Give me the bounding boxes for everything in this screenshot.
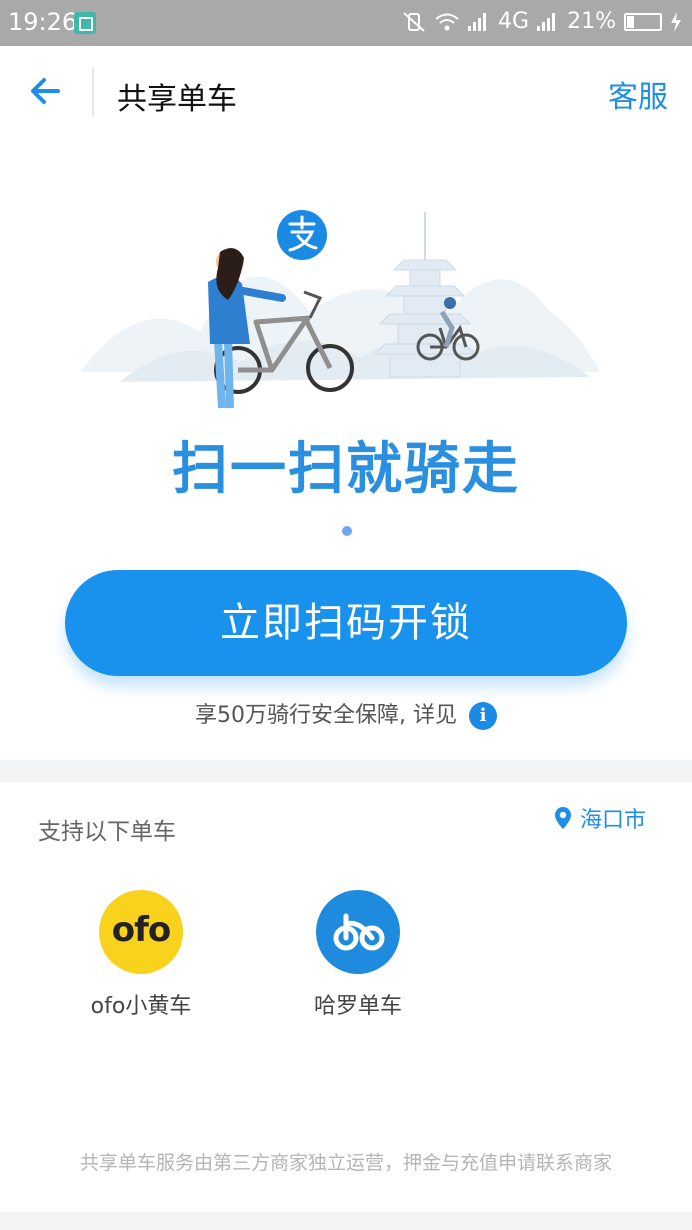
back-arrow-icon[interactable] xyxy=(22,66,72,116)
supported-label: 支持以下单车 xyxy=(38,819,176,845)
wifi-icon xyxy=(435,13,459,30)
alipay-icon xyxy=(277,210,327,260)
status-indicators: 4G 21% xyxy=(402,9,682,34)
hellobike-bike-icon xyxy=(333,913,385,951)
carousel-indicator xyxy=(342,526,352,536)
battery-percent: 21% xyxy=(567,9,616,34)
vibrate-mute-icon xyxy=(403,11,425,32)
brand-ofo[interactable]: ofo ofo小黄车 xyxy=(61,890,221,1020)
brand-hellobike[interactable]: 哈罗单车 xyxy=(278,890,438,1020)
ofo-logo-text: ofo xyxy=(111,910,172,950)
hero-illustration xyxy=(80,210,600,409)
city-selector[interactable]: 海口市 xyxy=(554,802,646,834)
scan-unlock-button[interactable]: 立即扫码开锁 xyxy=(65,570,627,676)
screenshot-notification-icon xyxy=(74,12,96,34)
hellobike-logo xyxy=(316,890,400,974)
city-name: 海口市 xyxy=(579,808,646,833)
info-icon[interactable]: i xyxy=(468,702,497,730)
supported-bikes-panel: 支持以下单车 海口市 ofo ofo小黄车 哈罗单车 共享单车服务由第三方商家独… xyxy=(0,782,692,1212)
insurance-note: 享50万骑行安全保障, 详见 i xyxy=(0,697,692,730)
pagoda-icon xyxy=(373,212,477,378)
charging-icon xyxy=(671,11,681,32)
disclaimer-text: 共享单车服务由第三方商家独立运营，押金与充值申请联系商家 xyxy=(79,1152,612,1174)
ofo-logo: ofo xyxy=(99,890,183,974)
battery-icon xyxy=(624,12,662,31)
location-pin-icon xyxy=(554,807,571,829)
brand-name-ofo: ofo小黄车 xyxy=(90,994,192,1019)
hero-section: 扫一扫就骑走 立即扫码开锁 享50万骑行安全保障, 详见 i xyxy=(0,142,692,760)
status-time: 19:26 xyxy=(8,8,78,36)
page-title: 共享单车 xyxy=(117,82,237,117)
insurance-note-text: 享50万骑行安全保障, 详见 xyxy=(195,703,457,728)
customer-service-button[interactable]: 客服 xyxy=(608,72,668,116)
nav-divider xyxy=(92,68,94,116)
nav-bar: 共享单车 客服 xyxy=(0,46,692,142)
hero-headline: 扫一扫就骑走 xyxy=(172,437,520,502)
status-bar: 19:26 4G 21% xyxy=(0,0,692,46)
signal-icon xyxy=(468,12,490,31)
brand-name-hellobike: 哈罗单车 xyxy=(313,994,402,1019)
signal-icon-2 xyxy=(537,12,559,31)
network-type: 4G xyxy=(498,9,530,34)
